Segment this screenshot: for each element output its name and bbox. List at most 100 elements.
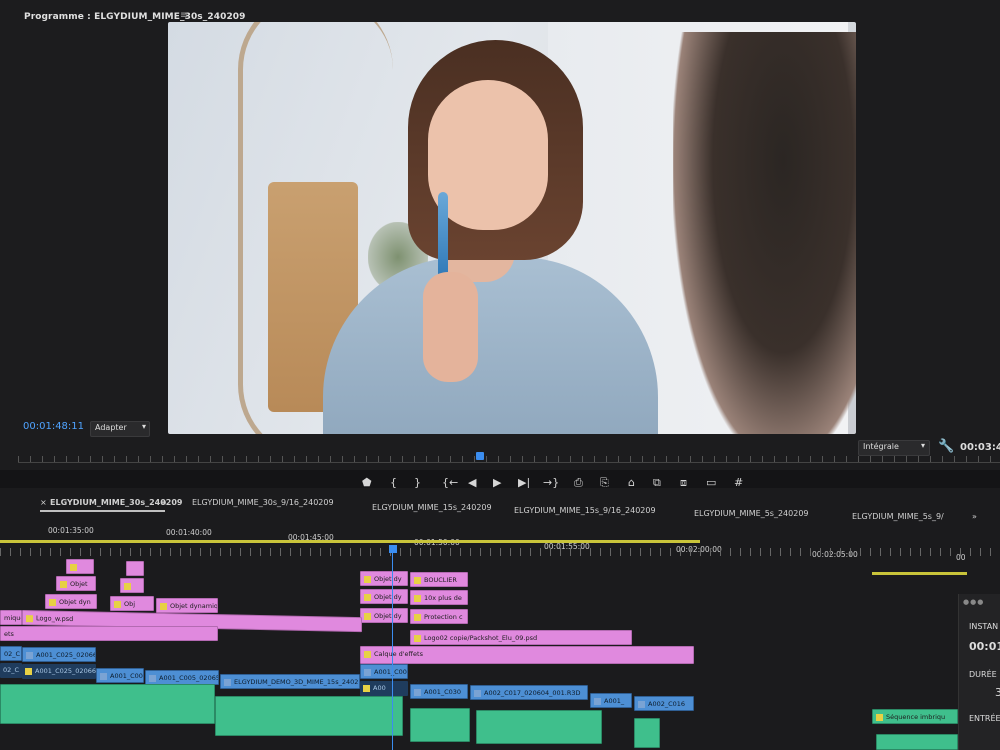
video-clip[interactable]: A002_C016 bbox=[634, 696, 694, 711]
graphic-clip[interactable]: Obj bbox=[110, 596, 154, 611]
fx-badge-icon bbox=[876, 713, 883, 721]
playback-resolution-label: Intégrale bbox=[863, 442, 899, 451]
settings-wrench-icon[interactable]: 🔧 bbox=[938, 439, 954, 454]
fx-badge-icon bbox=[25, 667, 32, 675]
graphic-clip-packshot[interactable]: Logo02 copie/Packshot_Elu_09.psd bbox=[410, 630, 632, 645]
video-clip[interactable]: A001_C005_020655 bbox=[145, 670, 219, 685]
info-value-duration: 3 bbox=[995, 686, 1000, 699]
info-value-instant: 00:01 bbox=[969, 640, 1000, 653]
fx-badge-icon bbox=[364, 593, 371, 601]
program-time-ruler[interactable] bbox=[18, 448, 1000, 463]
playback-resolution-select[interactable]: Intégrale ▾ bbox=[858, 440, 930, 456]
graphic-clip[interactable]: Objet dy bbox=[360, 571, 408, 586]
video-clip-selected[interactable]: A00 bbox=[360, 681, 408, 696]
fx-badge-icon bbox=[364, 650, 371, 658]
fx-badge-icon bbox=[414, 594, 421, 602]
video-clip[interactable]: A002_C017_020604_001.R3D bbox=[470, 685, 588, 700]
fx-badge-icon bbox=[363, 684, 370, 692]
video-clip[interactable]: A001_C00 bbox=[360, 664, 408, 679]
audio-clip[interactable] bbox=[876, 734, 958, 750]
video-clip-selected[interactable]: 02_C bbox=[0, 663, 22, 678]
graphic-clip[interactable]: Objet dy bbox=[360, 608, 408, 623]
graphic-clip[interactable]: Protection c bbox=[410, 609, 468, 624]
zoom-fit-select[interactable]: Adapter ▾ bbox=[90, 421, 150, 437]
graphic-clip[interactable]: 10x plus de bbox=[410, 590, 468, 605]
fx-badge-icon bbox=[414, 688, 421, 696]
tab-close-icon[interactable]: × bbox=[40, 498, 47, 507]
scene-foreground-head bbox=[673, 32, 856, 434]
info-label-in: ENTRÉE bbox=[969, 714, 1000, 723]
fx-badge-icon bbox=[114, 600, 121, 608]
work-area-bar[interactable] bbox=[0, 540, 700, 543]
fx-badge-icon bbox=[26, 614, 33, 622]
duration-timecode: 00:03:4 bbox=[960, 442, 1000, 453]
timeline-ticks bbox=[0, 548, 995, 556]
fx-badge-icon bbox=[414, 576, 421, 584]
zoom-fit-label: Adapter bbox=[95, 423, 127, 432]
audio-clip[interactable] bbox=[634, 718, 660, 748]
graphic-clip[interactable]: Objet dynamique v bbox=[156, 598, 218, 613]
program-video-frame[interactable] bbox=[168, 22, 856, 434]
adjustment-layer-clip[interactable]: Calque d'effets bbox=[360, 646, 694, 664]
panel-menu-icon[interactable]: ≡ bbox=[180, 10, 188, 21]
video-clip[interactable]: A001_C025_020662 bbox=[22, 647, 96, 662]
tab-sequence-30s-9-16[interactable]: ELGYDIUM_MIME_30s_9/16_240209 bbox=[192, 498, 334, 507]
timeline-playhead-line[interactable] bbox=[392, 546, 393, 750]
graphic-clip[interactable]: Objet dy bbox=[360, 589, 408, 604]
video-clip[interactable]: A001_ bbox=[590, 693, 632, 708]
info-label-instant: INSTAN bbox=[969, 622, 999, 631]
audio-clip[interactable] bbox=[476, 710, 602, 744]
audio-clip[interactable] bbox=[0, 684, 215, 724]
info-label-duration: DURÉE bbox=[969, 670, 997, 679]
timeline-tracks: Objet Objet dyn Obj Objet dynamique v Ob… bbox=[0, 558, 960, 750]
fx-badge-icon bbox=[474, 689, 481, 697]
fx-badge-icon bbox=[49, 598, 56, 606]
tab-sequence-15s[interactable]: ELGYDIUM_MIME_15s_240209 bbox=[372, 503, 492, 512]
scene-toothbrush bbox=[438, 192, 448, 282]
graphic-clip[interactable]: Objet bbox=[56, 576, 96, 591]
fx-badge-icon bbox=[26, 651, 33, 659]
fx-badge-icon bbox=[149, 674, 156, 682]
timeline-playhead-handle[interactable] bbox=[389, 545, 397, 553]
fx-badge-icon bbox=[594, 697, 601, 705]
fx-badge-icon bbox=[414, 613, 421, 621]
fx-badge-icon bbox=[100, 672, 107, 680]
chevron-down-icon: ▾ bbox=[141, 422, 146, 431]
program-playhead[interactable] bbox=[476, 452, 484, 460]
graphic-clip[interactable]: BOUCLIER bbox=[410, 572, 468, 587]
adjustment-layer-clip[interactable]: ets bbox=[0, 626, 218, 641]
fx-badge-icon bbox=[364, 612, 371, 620]
chevron-down-icon: ▾ bbox=[920, 441, 925, 450]
current-timecode[interactable]: 00:01:48:11 bbox=[23, 421, 84, 432]
graphic-clip[interactable] bbox=[126, 561, 144, 576]
audio-clip[interactable] bbox=[410, 708, 470, 742]
active-tab-indicator bbox=[40, 510, 165, 512]
video-clip[interactable]: 02_C bbox=[0, 646, 22, 661]
video-clip[interactable]: A001_C030 bbox=[410, 684, 468, 699]
graphic-clip[interactable]: mique v bbox=[0, 610, 22, 625]
window-controls[interactable]: ●●● bbox=[963, 598, 984, 606]
audio-clip[interactable] bbox=[215, 696, 403, 736]
graphic-clip[interactable] bbox=[66, 559, 94, 574]
ruler-label: 00:01:35:00 bbox=[48, 526, 94, 535]
fx-badge-icon bbox=[364, 575, 371, 583]
fx-badge-icon bbox=[414, 634, 421, 642]
nested-sequence-clip[interactable]: Séquence imbriqu bbox=[872, 709, 958, 724]
graphic-clip[interactable]: Objet dyn bbox=[45, 594, 97, 609]
video-clip[interactable]: A001_C00 bbox=[96, 668, 144, 683]
fx-badge-icon bbox=[124, 582, 131, 590]
tab-sequence-15s-9-16[interactable]: ELGYDIUM_MIME_15s_9/16_240209 bbox=[514, 506, 656, 515]
tab-menu-icon[interactable]: ≡ bbox=[160, 498, 167, 507]
tab-sequence-5s[interactable]: ELGYDIUM_MIME_5s_240209 bbox=[694, 509, 809, 518]
scene-woman-hand bbox=[423, 272, 478, 382]
program-monitor-title: Programme : ELGYDIUM_MIME_30s_240209 bbox=[24, 12, 246, 22]
graphic-clip[interactable] bbox=[120, 578, 144, 593]
info-panel: ●●● INSTAN 00:01 DURÉE 3 ENTRÉE bbox=[958, 594, 1000, 750]
fx-badge-icon bbox=[160, 602, 167, 610]
fx-badge-icon bbox=[364, 668, 371, 676]
video-clip-selected[interactable]: A001_C025_020662 bbox=[22, 664, 96, 679]
ruler-label: 00:01:40:00 bbox=[166, 528, 212, 537]
fx-badge-icon bbox=[638, 700, 645, 708]
fx-badge-icon bbox=[60, 580, 67, 588]
nested-sequence-clip[interactable]: ELGYDIUM_DEMO_3D_MIME_15s_2402 bbox=[220, 674, 360, 689]
